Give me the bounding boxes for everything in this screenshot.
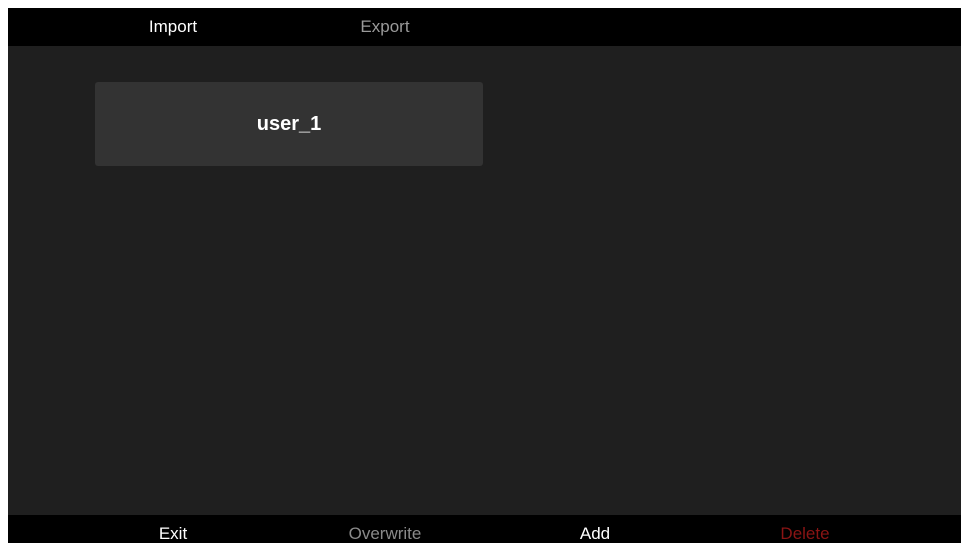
exit-button[interactable]: Exit [118, 519, 228, 543]
user-list: user_1 [8, 46, 961, 515]
add-button[interactable]: Add [540, 519, 650, 543]
top-tab-bar: Import Export [8, 8, 961, 46]
overwrite-button[interactable]: Overwrite [330, 519, 440, 543]
app-screen: Import Export user_1 Exit Overwrite Add … [8, 8, 961, 543]
bottom-action-bar: Exit Overwrite Add Delete [8, 515, 961, 543]
tab-import[interactable]: Import [118, 8, 228, 46]
tab-export[interactable]: Export [330, 8, 440, 46]
user-card[interactable]: user_1 [95, 82, 483, 166]
user-card-label: user_1 [256, 113, 322, 135]
delete-button[interactable]: Delete [750, 519, 860, 543]
